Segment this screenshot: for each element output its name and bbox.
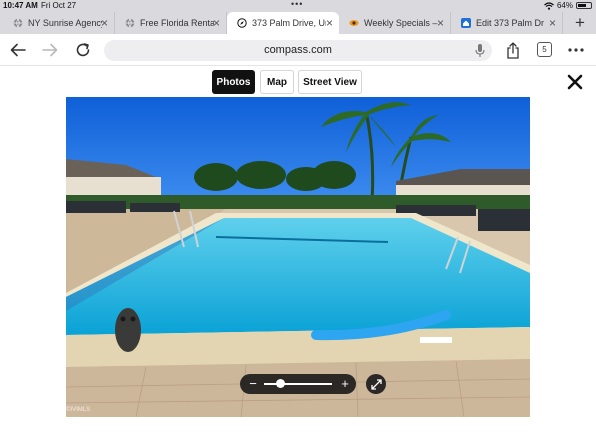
eye-icon: [349, 18, 359, 28]
multitask-dots-icon[interactable]: •••: [291, 0, 303, 9]
photo-watermark: ©IVIMLS: [66, 407, 91, 413]
tab-edit-373-palm-dr[interactable]: Edit 373 Palm Dr ×: [451, 12, 563, 34]
globe-icon: [125, 18, 135, 28]
share-icon: [507, 41, 519, 59]
close-icon[interactable]: [566, 73, 584, 91]
tab-373-palm-drive[interactable]: 373 Palm Drive, Un ×: [227, 12, 339, 34]
share-button[interactable]: [503, 40, 523, 60]
compass-icon: [237, 18, 247, 28]
arrow-left-icon: [10, 43, 26, 57]
arrow-right-icon: [42, 43, 58, 57]
battery-level: [578, 4, 586, 7]
pool-scene-image: [66, 97, 530, 417]
fullscreen-button[interactable]: [366, 374, 386, 394]
tab-title: Edit 373 Palm Dr: [476, 18, 545, 28]
status-indicators: 64%: [544, 1, 592, 10]
house-icon: [461, 18, 471, 28]
reload-button[interactable]: [73, 40, 93, 60]
reload-icon: [76, 43, 90, 57]
zoom-slider-thumb[interactable]: [275, 379, 285, 388]
battery-icon: [576, 2, 592, 9]
microphone-icon[interactable]: [474, 43, 486, 58]
status-time: 10:47 AM: [3, 1, 38, 10]
tab-overview-button[interactable]: 5: [537, 42, 552, 57]
close-tab-icon[interactable]: ×: [437, 17, 444, 29]
battery-percent: 64%: [556, 1, 573, 10]
close-tab-icon[interactable]: ×: [326, 17, 333, 29]
photos-tab[interactable]: Photos: [212, 70, 255, 94]
tab-title: 373 Palm Drive, Un: [252, 18, 326, 28]
tab-title: Weekly Specials –: [364, 18, 438, 28]
tab-title: Free Florida Rentals: [140, 18, 214, 28]
close-tab-icon[interactable]: ×: [213, 17, 220, 29]
listing-photo[interactable]: ©IVIMLS: [66, 97, 530, 417]
street-view-tab[interactable]: Street View: [298, 70, 362, 94]
zoom-out-button[interactable]: −: [246, 376, 260, 392]
close-tab-icon[interactable]: ×: [101, 17, 108, 29]
tab-ny-sunrise-agency[interactable]: NY Sunrise Agency ×: [3, 12, 115, 34]
map-tab[interactable]: Map: [260, 70, 294, 94]
forward-button[interactable]: [40, 40, 60, 60]
tab-free-florida-rentals[interactable]: Free Florida Rentals ×: [115, 12, 227, 34]
tab-title: NY Sunrise Agency: [28, 18, 102, 28]
browser-toolbar: compass.com 5: [0, 34, 596, 66]
zoom-control: − +: [240, 374, 356, 394]
wifi-icon: [544, 1, 554, 10]
tab-strip: NY Sunrise Agency × Free Florida Rentals…: [3, 12, 565, 34]
new-tab-button[interactable]: +: [568, 12, 592, 34]
more-icon: [568, 48, 584, 52]
tab-weekly-specials[interactable]: Weekly Specials – ×: [339, 12, 451, 34]
globe-icon: [13, 18, 23, 28]
more-options-button[interactable]: [566, 40, 586, 60]
zoom-in-button[interactable]: +: [338, 376, 352, 392]
status-bar: 10:47 AM Fri Oct 27 ••• 64%: [0, 0, 596, 11]
url-text: compass.com: [264, 44, 332, 56]
zoom-slider-track[interactable]: [264, 383, 332, 385]
back-button[interactable]: [8, 40, 28, 60]
status-date: Fri Oct 27: [41, 1, 77, 10]
address-bar[interactable]: compass.com: [104, 40, 492, 61]
expand-icon: [370, 378, 382, 390]
close-tab-icon[interactable]: ×: [549, 17, 556, 29]
